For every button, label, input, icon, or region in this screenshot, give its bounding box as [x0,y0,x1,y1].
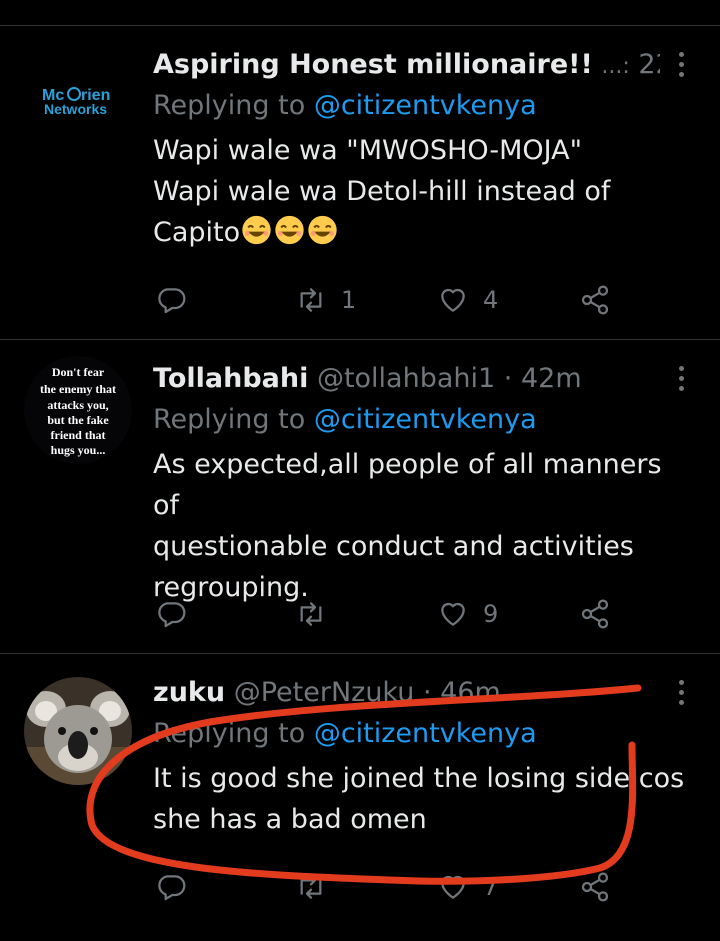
reply-handle-link[interactable]: @citizentvkenya [314,90,537,121]
quote-line-3: attacks you, [47,398,108,412]
tweet-text: Wapi wale wa "MWOSHO-MOJA" Wapi wale wa … [153,130,693,253]
avatar-tollahbahi[interactable]: Don't fear the enemy that attacks you, b… [24,356,132,464]
more-options-icon[interactable] [672,680,690,710]
tweet-line: Wapi wale wa "MWOSHO-MOJA" [153,135,583,166]
reply-icon [158,875,186,901]
reply-icon [158,288,186,314]
smiling-face-emoji-icon [275,215,304,245]
reply-button[interactable] [155,869,187,905]
timestamp[interactable]: 46m [440,677,501,708]
replying-to-label: Replying to [153,90,306,121]
tweet-divider [0,339,720,340]
tweet-header: Tollahbahi @tollahbahi1 · 42m [153,356,660,402]
quote-line-5: friend that [51,428,106,442]
retweet-button[interactable] [295,869,341,905]
heart-icon [441,602,465,626]
share-button[interactable] [579,282,611,318]
tweet-divider [0,653,720,654]
retweet-icon [300,288,322,312]
display-name[interactable]: Aspiring Honest millionaire!! [153,49,593,80]
retweet-button[interactable] [295,596,341,632]
avatar-koala[interactable] [24,677,132,785]
heart-icon [441,288,465,312]
reply-icon [158,602,186,628]
tweet-line: As expected,all people of all manners of [153,449,662,521]
timestamp[interactable]: 42m [521,363,582,394]
reply-button[interactable] [155,596,187,632]
tweet-line-text: Capito [153,217,241,248]
tweet-actions: 1 4 [155,282,635,318]
name-ellipsis: ...: [601,54,630,79]
user-handle[interactable]: @tollahbahi1 [317,363,495,394]
tweet-actions: 9 [155,596,635,632]
tweet-line: questionable conduct and activities [153,531,634,562]
tweet-actions: 7 [155,869,635,905]
replying-to-label: Replying to [153,404,306,435]
smiling-face-emoji-icon [308,215,337,245]
tweet-line: Capito [153,212,693,253]
share-icon [581,599,609,629]
like-button[interactable]: 9 [437,596,498,632]
separator-dot: · [503,363,513,394]
share-button[interactable] [579,869,611,905]
quote-line-1: Don't fear [52,365,105,379]
heart-icon [441,875,465,899]
tweet-1[interactable]: Mc rien Networks Aspiring Honest million… [0,42,720,339]
like-button[interactable]: 7 [437,869,498,905]
tweet-header: Aspiring Honest millionaire!! ...: 22m [153,42,660,88]
replying-to: Replying to @citizentvkenya [153,400,537,440]
replying-to: Replying to @citizentvkenya [153,714,537,754]
tweet-3[interactable]: zuku @PeterNzuku · 46m Replying to @citi… [0,670,720,941]
retweet-button[interactable]: 1 [295,282,356,318]
quote-line-4: but the fake [47,413,109,427]
share-icon [581,872,609,902]
smiling-face-emoji-icon [242,215,271,245]
tweet-line: Wapi wale wa Detol-hill instead of [153,176,611,207]
avatar-mcorien[interactable]: Mc rien Networks [24,42,132,150]
quote-line-6: hugs you... [51,443,106,457]
user-handle[interactable]: @PeterNzuku [234,677,415,708]
reply-button[interactable] [155,282,187,318]
tweet-text: It is good she joined the losing side co… [153,758,693,840]
koala-photo [24,677,132,785]
tweet-2[interactable]: Don't fear the enemy that attacks you, b… [0,356,720,653]
like-button[interactable]: 4 [437,282,498,318]
reply-handle-link[interactable]: @citizentvkenya [314,404,537,435]
quote-image: Don't fear the enemy that attacks you, b… [24,356,132,464]
replying-to: Replying to @citizentvkenya [153,86,537,126]
replying-to-label: Replying to [153,718,306,749]
tweet-header: zuku @PeterNzuku · 46m [153,670,660,716]
like-count: 7 [483,873,499,901]
timestamp[interactable]: 22m [638,49,660,80]
mcorien-networks-logo: Mc rien Networks [24,42,132,150]
display-name[interactable]: Tollahbahi [153,363,308,394]
quote-line-2: the enemy that [40,382,116,396]
reply-handle-link[interactable]: @citizentvkenya [314,718,537,749]
retweet-icon [300,875,322,899]
share-button[interactable] [579,596,611,632]
retweet-count: 1 [341,286,357,314]
like-count: 9 [483,600,499,628]
display-name[interactable]: zuku [153,677,225,708]
tweet-line: she has a bad omen [153,804,427,835]
like-count: 4 [483,286,499,314]
top-divider [0,25,720,26]
avatar-text-line-3: Networks [44,101,107,117]
tweet-text: As expected,all people of all manners of… [153,444,693,608]
more-options-icon[interactable] [672,52,690,82]
tweet-line: It is good she joined the losing side co… [153,763,685,794]
more-options-icon[interactable] [672,366,690,396]
share-icon [581,285,609,315]
separator-dot: · [422,677,432,708]
retweet-icon [300,602,322,626]
